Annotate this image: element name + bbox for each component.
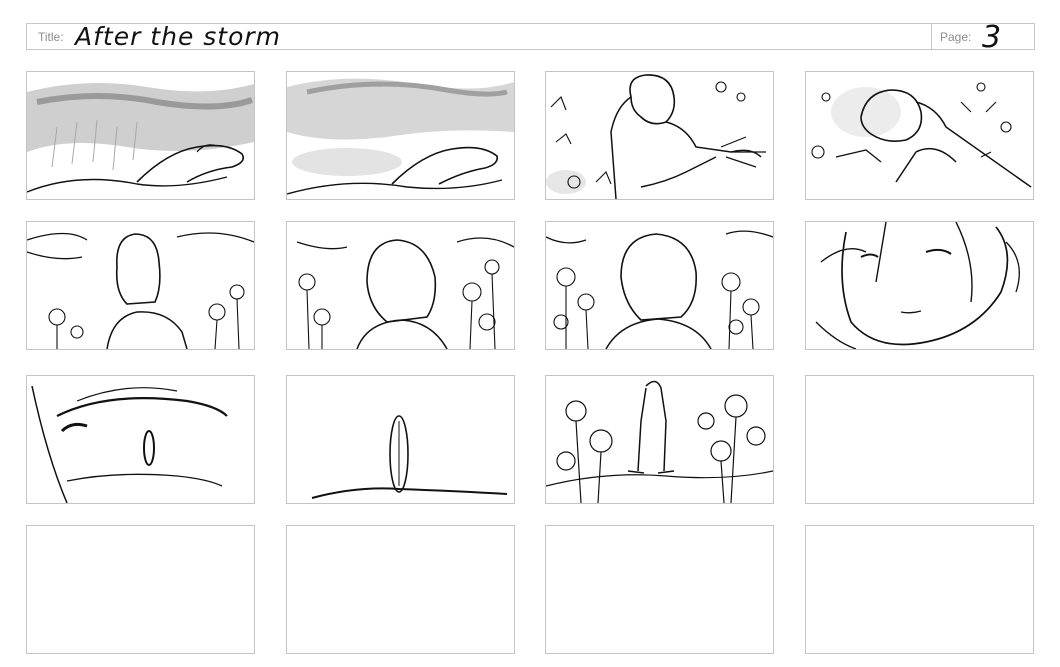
- sketch-back-view: [27, 232, 254, 349]
- storyboard-panel-14: [286, 525, 515, 654]
- sketch-figure-in-flowers: [546, 380, 773, 503]
- storyboard-panel-4: [805, 71, 1034, 200]
- storyboard-panel-15: [545, 525, 774, 654]
- sketch-side-view-flowers: [296, 237, 514, 349]
- title-label: Title:: [38, 30, 64, 44]
- storyboard-panel-1: [26, 71, 255, 200]
- storyboard-panel-16: [805, 525, 1034, 654]
- title-value: After the storm: [75, 22, 282, 51]
- storyboard-panel-12: [805, 375, 1034, 504]
- storyboard-panel-13: [26, 525, 255, 654]
- sketch-three-quarter-flowers: [546, 230, 773, 349]
- storyboard-panel-3: [545, 71, 774, 200]
- sketch-character-lying: [811, 82, 1032, 188]
- storyboard-panel-10: [286, 375, 515, 504]
- storyboard-panel-2: [286, 71, 515, 200]
- sketch-character-reaching: [546, 74, 766, 199]
- sketch-petal-on-ground: [311, 415, 508, 499]
- sketch-face-closeup: [815, 222, 1020, 349]
- storyboard-panel-11: [545, 375, 774, 504]
- sketch-storm-clearing: [287, 78, 514, 195]
- storyboard-panel-9: [26, 375, 255, 504]
- sketch-storm-sky: [27, 83, 254, 193]
- storyboard-panel-5: [26, 221, 255, 350]
- page-label: Page:: [940, 30, 972, 44]
- header-divider: [931, 24, 932, 49]
- storyboard-header: Title: After the storm Page: 3: [26, 20, 1035, 55]
- storyboard-panel-7: [545, 221, 774, 350]
- sketch-eye-closeup: [31, 385, 228, 503]
- storyboard-panel-8: [805, 221, 1034, 350]
- storyboard-panel-6: [286, 221, 515, 350]
- page-number: 3: [982, 20, 1002, 55]
